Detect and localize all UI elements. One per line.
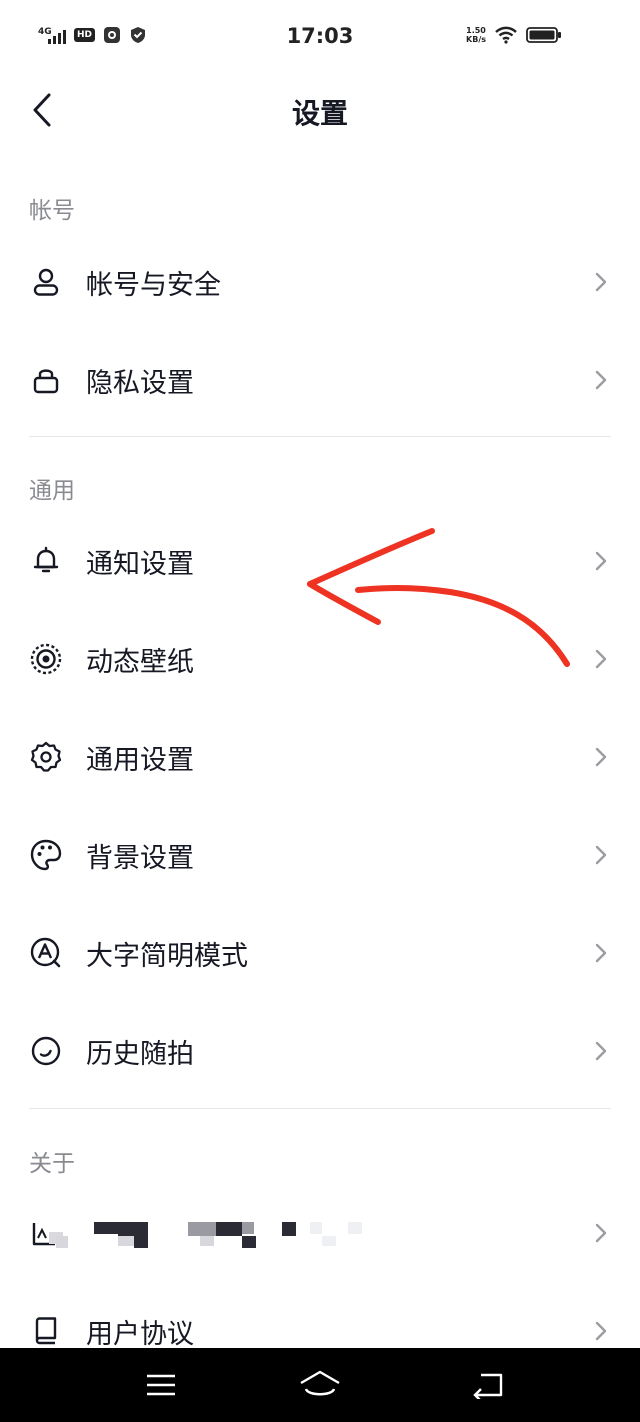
- section-header-general: 通用: [29, 478, 75, 504]
- status-bar: 4G HD 17:03 1.50 KB/s: [0, 0, 640, 72]
- menu-icon: [147, 1374, 175, 1396]
- nav-bar: 设置: [0, 72, 640, 150]
- network-speed-unit: KB/s: [466, 35, 486, 44]
- settings-row-account-security[interactable]: 帐号与安全: [0, 233, 640, 331]
- chevron-right-icon: [592, 745, 610, 769]
- chevron-right-icon: [592, 270, 610, 294]
- settings-row-notification[interactable]: 通知设置: [0, 512, 640, 610]
- battery-icon: [526, 27, 561, 43]
- status-right: 1.50 KB/s: [466, 26, 562, 44]
- settings-row-privacy[interactable]: 隐私设置: [0, 331, 640, 429]
- chevron-right-icon: [592, 941, 610, 965]
- chevron-right-icon: [592, 647, 610, 671]
- settings-row-label: 背景设置: [86, 842, 194, 874]
- settings-row-label: 用户协议: [86, 1318, 194, 1350]
- section-divider: [29, 436, 611, 437]
- chevron-right-icon: [592, 1319, 610, 1343]
- live-wallpaper-icon: [28, 641, 64, 677]
- chevron-right-icon: [592, 1221, 610, 1245]
- palette-icon: [28, 837, 64, 873]
- settings-row-label: 通知设置: [86, 548, 194, 580]
- bell-icon: [28, 543, 64, 579]
- page-title: 设置: [291, 97, 348, 130]
- system-menu-button[interactable]: [137, 1364, 185, 1406]
- book-icon: [28, 1313, 64, 1349]
- return-icon: [473, 1373, 503, 1399]
- wifi-icon: [495, 26, 517, 44]
- settings-row-label: 通用设置: [86, 744, 194, 776]
- network-speed: 1.50 KB/s: [466, 26, 486, 44]
- settings-row-background[interactable]: 背景设置: [0, 806, 640, 904]
- gear-icon: [28, 739, 64, 775]
- system-home-button[interactable]: [296, 1364, 344, 1406]
- chevron-right-icon: [592, 368, 610, 392]
- settings-row-history-snap[interactable]: 历史随拍: [0, 1002, 640, 1100]
- chevron-right-icon: [592, 1039, 610, 1063]
- settings-row-label: 帐号与安全: [86, 269, 221, 301]
- settings-row-general[interactable]: 通用设置: [0, 708, 640, 806]
- settings-row-label: 动态壁纸: [86, 646, 194, 678]
- settings-row-label: 历史随拍: [86, 1038, 194, 1070]
- person-icon: [28, 264, 64, 300]
- section-divider: [29, 1108, 611, 1109]
- settings-row-app-info[interactable]: [0, 1184, 640, 1282]
- settings-row-label: 大字简明模式: [86, 940, 248, 972]
- home-icon: [300, 1370, 340, 1396]
- network-speed-value: 1.50: [466, 26, 486, 35]
- settings-row-label: 隐私设置: [86, 367, 194, 399]
- system-back-button[interactable]: [464, 1364, 512, 1406]
- large-font-icon: [28, 935, 64, 971]
- chevron-right-icon: [592, 843, 610, 867]
- system-nav-bar: [0, 1348, 640, 1422]
- history-icon: [28, 1033, 64, 1069]
- settings-row-large-font[interactable]: 大字简明模式: [0, 904, 640, 1002]
- section-header-account: 帐号: [29, 198, 75, 224]
- chevron-right-icon: [592, 549, 610, 573]
- section-header-about: 关于: [29, 1151, 75, 1177]
- settings-row-live-wallpaper[interactable]: 动态壁纸: [0, 610, 640, 708]
- lock-icon: [28, 362, 64, 398]
